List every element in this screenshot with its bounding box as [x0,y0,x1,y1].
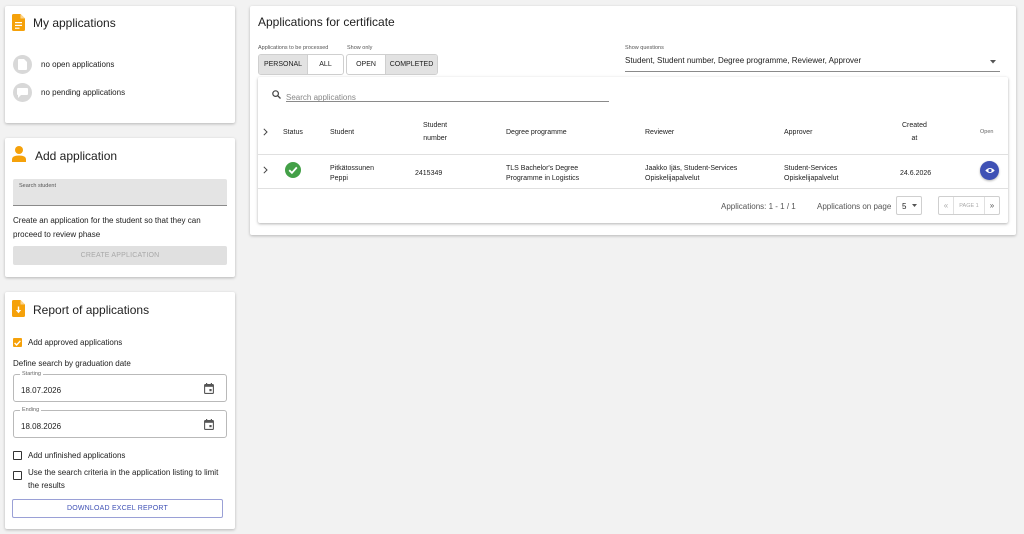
pending-applications-status: no pending applications [13,83,125,102]
add-approved-label: Add approved applications [28,338,123,347]
col-student[interactable]: Student [330,126,354,139]
per-page-label: Applications on page [817,202,892,211]
applications-panel: Applications for certificate Application… [250,6,1016,235]
calendar-icon[interactable] [204,383,214,394]
download-excel-button[interactable]: DOWNLOAD EXCEL REPORT [12,499,223,518]
completed-option[interactable]: COMPLETED [385,55,437,74]
applications-title: Applications for certificate [258,15,395,29]
cell-created: 24.6.2026 [900,170,932,177]
col-open: Open [980,129,994,135]
search-student-input[interactable]: Search student [13,179,227,206]
create-application-button[interactable]: CREATE APPLICATION [13,246,227,265]
cell-approver: Student-Services Opiskelijapalvelut [784,164,838,184]
processed-label: Applications to be processed [258,45,329,51]
checkmark-icon [14,339,21,346]
show-only-label: Show only [347,45,373,51]
col-created-line1: Created [902,122,927,129]
header-divider [258,154,1008,155]
starting-label: Starting [20,371,43,378]
page-indicator: PAGE 1 [953,197,985,214]
approver-line2: Opiskelijapalvelut [784,175,839,182]
col-student-number[interactable]: Student number [423,119,447,145]
add-unfinished-label: Add unfinished applications [28,451,126,460]
my-applications-card: My applications no open applications no … [5,6,235,123]
personal-option[interactable]: PERSONAL [259,55,307,74]
open-applications-text: no open applications [41,60,115,69]
per-page-select[interactable]: 5 [896,196,922,215]
use-criteria-row[interactable]: Use the search criteria in the applicati… [13,467,227,492]
student-line2: Peppi [330,175,348,182]
use-criteria-label: Use the search criteria in the applicati… [28,468,219,490]
degree-line1: TLS Bachelor's Degree [506,165,579,172]
col-approver[interactable]: Approver [784,126,812,139]
open-applications-status: no open applications [13,55,114,74]
per-page-value: 5 [902,202,907,211]
completed-status-icon [285,162,301,178]
processed-toggle: PERSONAL ALL [258,54,344,75]
next-page-icon[interactable]: » [985,197,999,214]
starting-date-field[interactable]: Starting 18.07.2026 [13,371,227,402]
file-icon [13,55,32,74]
search-icon [272,90,281,99]
add-application-title: Add application [35,149,118,163]
row-divider [258,188,1008,189]
expand-row-chevron-icon[interactable] [263,166,268,174]
col-student-number-line1: Student [423,122,448,129]
report-card: Report of applications Add approved appl… [5,292,235,529]
degree-line2: Programme in Logistics [506,175,580,182]
dropdown-arrow-icon [990,60,996,64]
calendar-icon[interactable] [204,419,214,430]
ending-label: Ending [20,407,42,414]
show-questions-value: Student, Student number, Degree programm… [625,56,862,65]
applications-range: Applications: 1 - 1 / 1 [721,202,796,211]
add-application-description: Create an application for the student so… [13,216,201,239]
ending-date-field[interactable]: Ending 18.08.2026 [13,407,227,438]
show-only-toggle: OPEN COMPLETED [346,54,438,75]
report-title: Report of applications [33,303,150,317]
add-approved-checkbox[interactable] [13,338,22,347]
previous-page-icon[interactable]: « [939,197,953,214]
comment-icon [13,83,32,102]
approver-line1: Student-Services [784,165,838,172]
person-icon [12,146,26,162]
add-approved-row[interactable]: Add approved applications [13,337,122,349]
download-document-icon [12,300,25,317]
col-degree-programme[interactable]: Degree programme [506,126,567,139]
starting-value: 18.07.2026 [21,386,62,395]
col-student-number-line2: number [423,135,447,142]
reviewer-line1: Jaakko Ijäs, Student-Services [645,165,738,172]
search-applications-placeholder: Search applications [286,93,356,102]
open-application-button[interactable] [980,161,999,180]
my-applications-title: My applications [33,16,116,30]
col-created-line2: at [911,135,918,142]
show-questions-label: Show questions [625,45,664,51]
applications-table: Search applications Status Student Stude… [258,77,1008,223]
reviewer-line2: Opiskelijapalvelut [645,175,700,182]
col-created[interactable]: Created at [902,119,927,145]
graduation-date-text: Define search by graduation date [13,359,131,368]
eye-icon [984,168,995,173]
ending-value: 18.08.2026 [21,422,62,431]
add-unfinished-checkbox[interactable] [13,451,22,460]
student-line1: Pitkätossunen [330,165,374,172]
pending-applications-text: no pending applications [41,88,126,97]
search-student-label: Search student [19,183,56,189]
add-unfinished-row[interactable]: Add unfinished applications [13,450,125,462]
use-criteria-checkbox[interactable] [13,471,22,480]
document-icon [12,14,25,31]
dropdown-arrow-icon [912,204,917,207]
cell-degree-programme: TLS Bachelor's Degree Programme in Logis… [506,164,579,184]
show-questions-select[interactable]: Student, Student number, Degree programm… [625,56,1000,72]
open-option[interactable]: OPEN [347,55,385,74]
add-application-card: Add application Search student Create an… [5,138,235,277]
cell-student-number: 2415349 [415,170,443,177]
pagination: « PAGE 1 » [938,196,1000,215]
expand-all-chevron-icon[interactable] [263,128,268,136]
all-option[interactable]: ALL [307,55,343,74]
col-status[interactable]: Status [283,126,303,139]
search-applications-input[interactable]: Search applications [286,87,609,102]
cell-reviewer: Jaakko Ijäs, Student-Services Opiskelija… [645,164,737,184]
col-reviewer[interactable]: Reviewer [645,126,674,139]
cell-student: Pitkätossunen Peppi [330,164,374,184]
